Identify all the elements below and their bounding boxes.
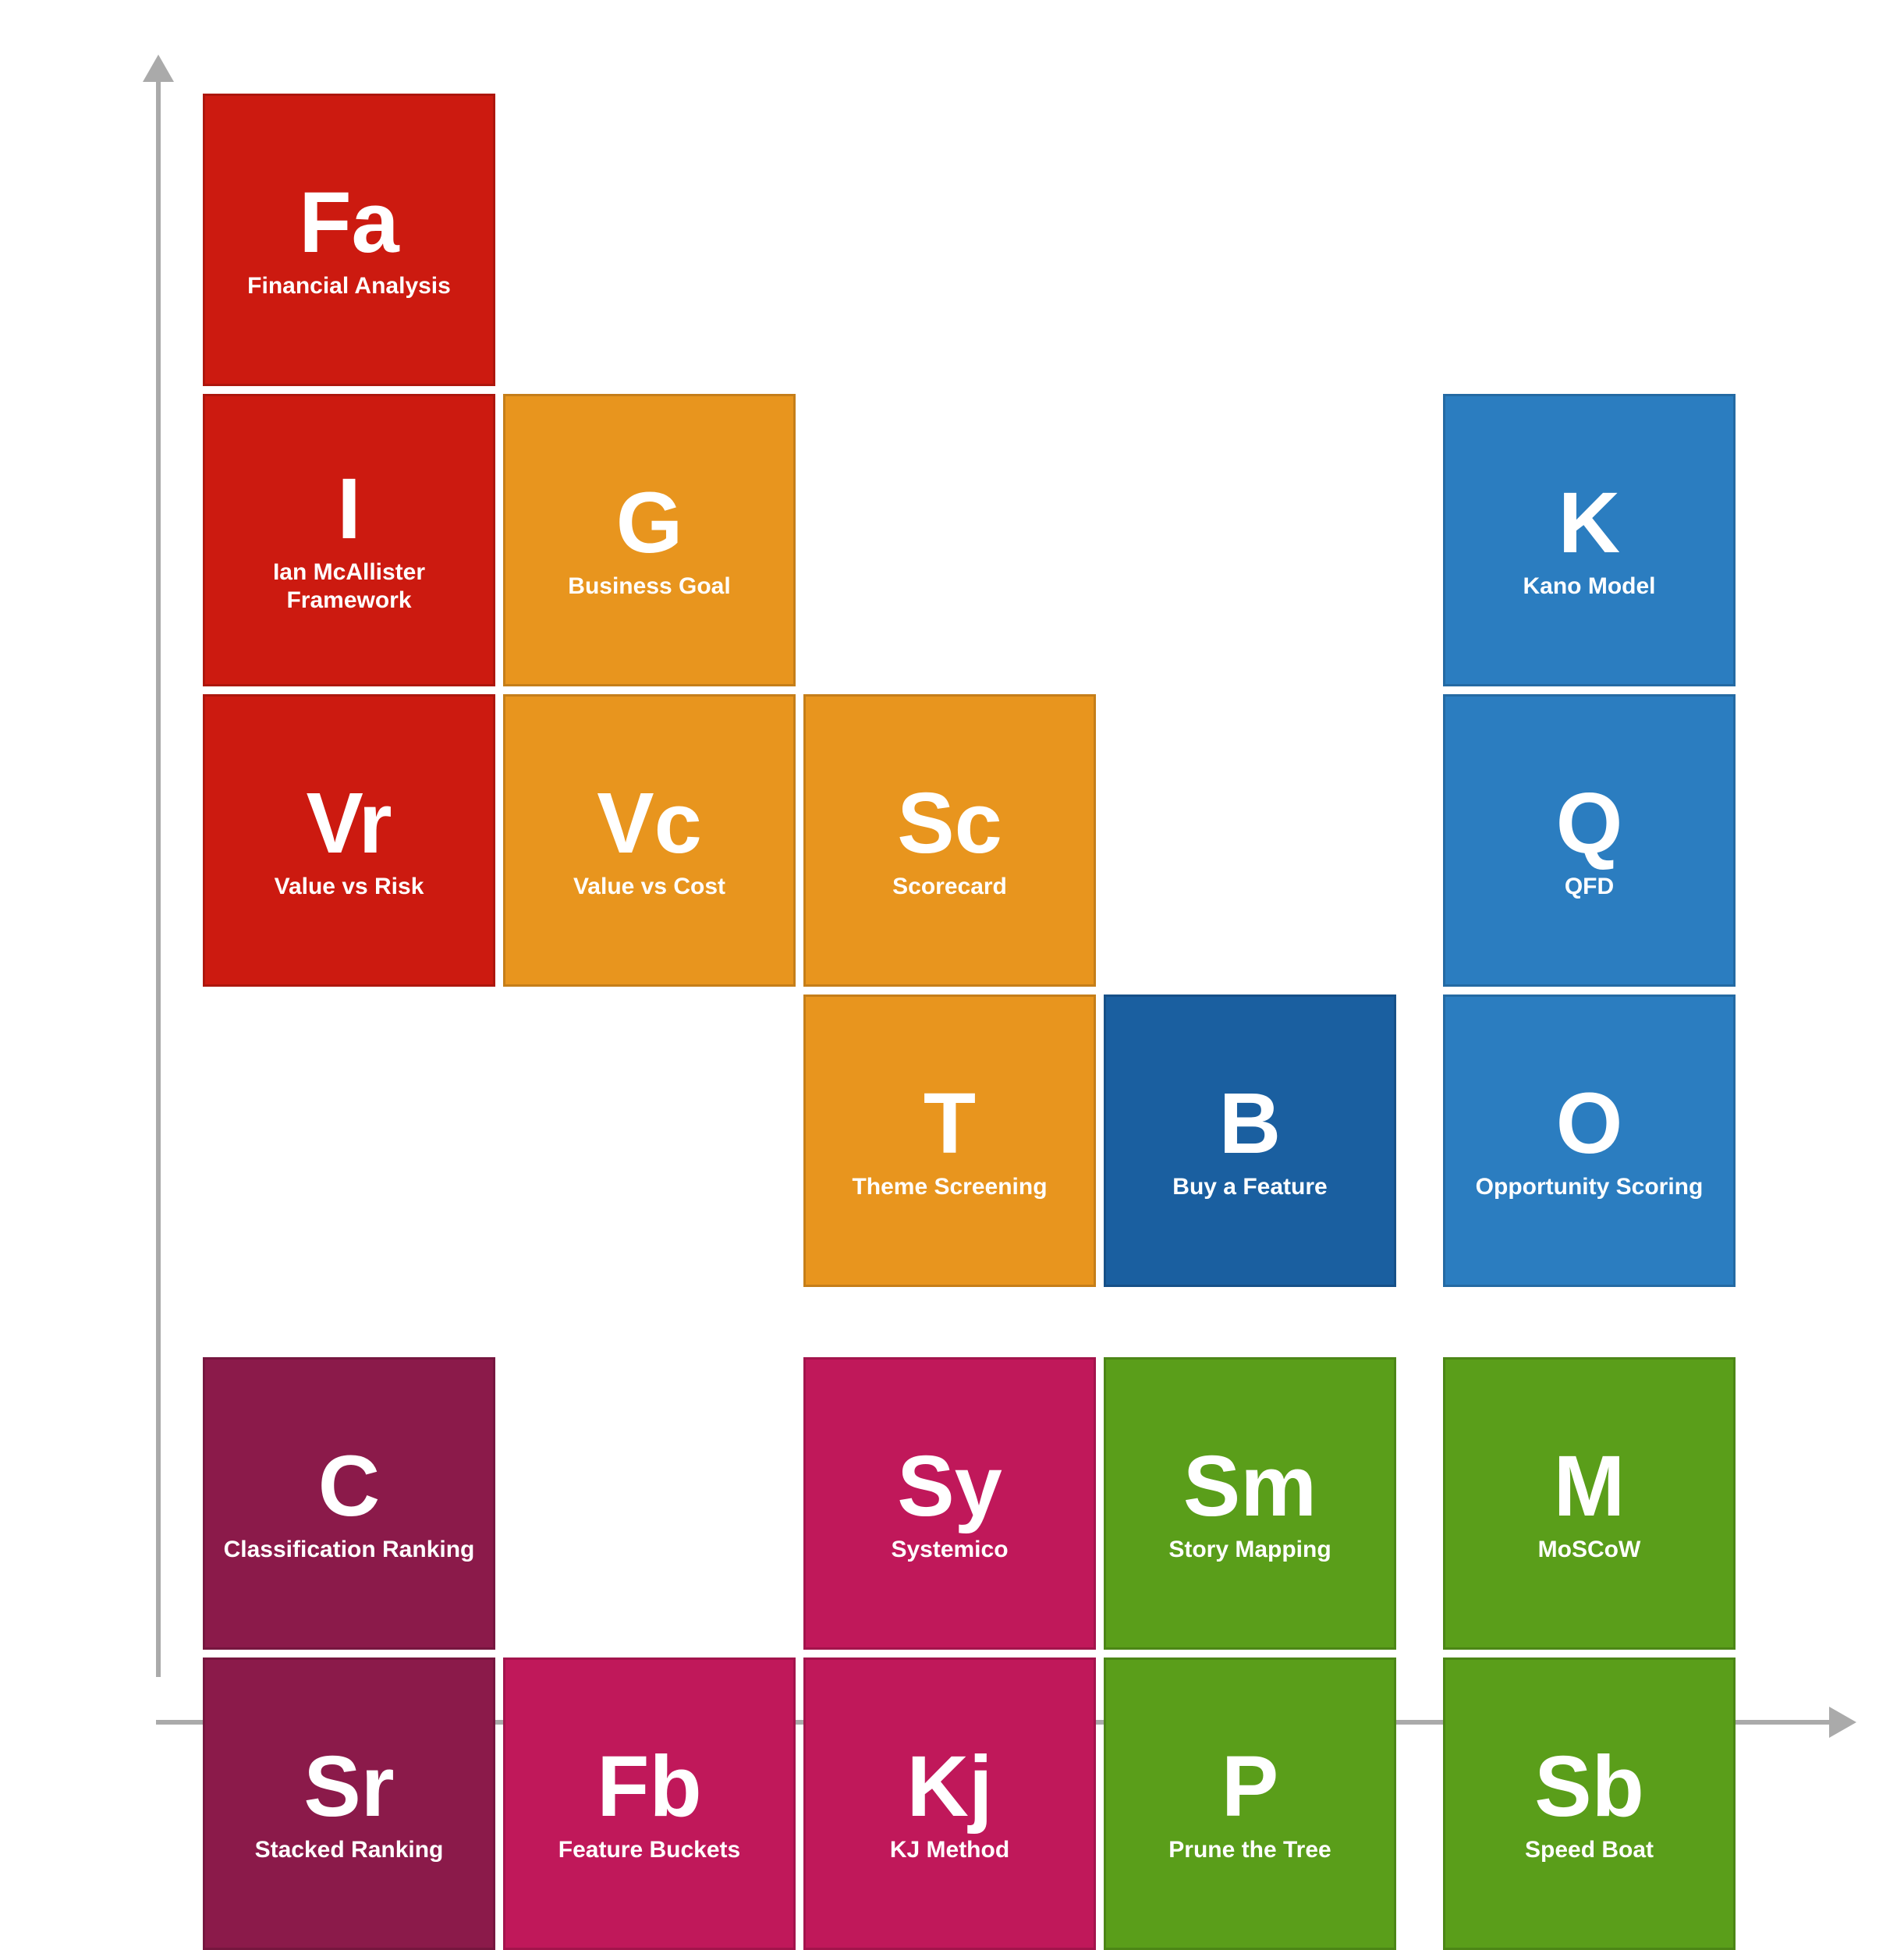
chart-container: Fa Financial Analysis I Ian McAllister Fram… — [0, 0, 1904, 1904]
tile-o[interactable]: O Opportunity Scoring — [1443, 994, 1736, 1287]
tile-fb-name: Feature Buckets — [558, 1836, 740, 1864]
tile-fa[interactable]: Fa Financial Analysis — [203, 94, 495, 386]
tile-k-abbr: K — [1558, 480, 1620, 566]
tile-vr[interactable]: Vr Value vs Risk — [203, 694, 495, 987]
tile-sm-abbr: Sm — [1183, 1444, 1317, 1530]
tile-g[interactable]: G Business Goal — [503, 394, 796, 686]
tile-o-abbr: O — [1556, 1081, 1623, 1167]
tile-vc-name: Value vs Cost — [573, 873, 725, 901]
tiles-area: Fa Financial Analysis I Ian McAllister Fram… — [203, 94, 1841, 1576]
tile-q-name: QFD — [1565, 873, 1614, 901]
tile-i[interactable]: I Ian McAllister Framework — [203, 394, 495, 686]
tile-m[interactable]: M MoSCoW — [1443, 1357, 1736, 1650]
tile-g-name: Business Goal — [568, 573, 730, 601]
tile-sc[interactable]: Sc Scorecard — [803, 694, 1096, 987]
tile-sm[interactable]: Sm Story Mapping — [1104, 1357, 1396, 1650]
tile-vr-abbr: Vr — [306, 781, 392, 867]
tile-o-name: Opportunity Scoring — [1476, 1173, 1704, 1201]
tile-vc-abbr: Vc — [597, 781, 702, 867]
tile-i-name: Ian McAllister Framework — [213, 558, 485, 615]
tile-sy[interactable]: Sy Systemico — [803, 1357, 1096, 1650]
tile-sr-abbr: Sr — [303, 1744, 394, 1830]
tile-kj[interactable]: Kj KJ Method — [803, 1658, 1096, 1950]
tile-vc[interactable]: Vc Value vs Cost — [503, 694, 796, 987]
tile-b[interactable]: B Buy a Feature — [1104, 994, 1396, 1287]
tile-fa-abbr: Fa — [299, 180, 399, 266]
tile-c-abbr: C — [318, 1444, 380, 1530]
tile-b-abbr: B — [1219, 1081, 1281, 1167]
tile-t-abbr: T — [924, 1081, 976, 1167]
tile-g-abbr: G — [616, 480, 683, 566]
tile-fa-name: Financial Analysis — [247, 272, 451, 300]
tile-k[interactable]: K Kano Model — [1443, 394, 1736, 686]
tile-fb[interactable]: Fb Feature Buckets — [503, 1658, 796, 1950]
tile-sr[interactable]: Sr Stacked Ranking — [203, 1658, 495, 1950]
tile-kj-name: KJ Method — [890, 1836, 1009, 1864]
tile-fb-abbr: Fb — [597, 1744, 701, 1830]
tile-p-name: Prune the Tree — [1168, 1836, 1331, 1864]
tile-k-name: Kano Model — [1523, 573, 1656, 601]
tile-sb-abbr: Sb — [1534, 1744, 1644, 1830]
tile-kj-abbr: Kj — [907, 1744, 993, 1830]
tile-t-name: Theme Screening — [852, 1173, 1047, 1201]
tile-q-abbr: Q — [1556, 781, 1623, 867]
tile-p[interactable]: P Prune the Tree — [1104, 1658, 1396, 1950]
tile-sc-abbr: Sc — [897, 781, 1002, 867]
tile-b-name: Buy a Feature — [1172, 1173, 1327, 1201]
tile-i-abbr: I — [337, 466, 361, 552]
tile-t[interactable]: T Theme Screening — [803, 994, 1096, 1287]
tile-m-name: MoSCoW — [1538, 1536, 1641, 1564]
y-axis — [156, 78, 161, 1677]
tile-sc-name: Scorecard — [892, 873, 1007, 901]
tile-sb[interactable]: Sb Speed Boat — [1443, 1658, 1736, 1950]
tile-sy-name: Systemico — [891, 1536, 1008, 1564]
tile-sy-abbr: Sy — [897, 1444, 1002, 1530]
tile-m-abbr: M — [1554, 1444, 1626, 1530]
tile-c[interactable]: C Classification Ranking — [203, 1357, 495, 1650]
tile-q[interactable]: Q QFD — [1443, 694, 1736, 987]
tile-vr-name: Value vs Risk — [275, 873, 424, 901]
tile-p-abbr: P — [1221, 1744, 1278, 1830]
tile-sb-name: Speed Boat — [1525, 1836, 1654, 1864]
tile-sm-name: Story Mapping — [1168, 1536, 1331, 1564]
tile-c-name: Classification Ranking — [224, 1536, 475, 1564]
tile-sr-name: Stacked Ranking — [255, 1836, 444, 1864]
